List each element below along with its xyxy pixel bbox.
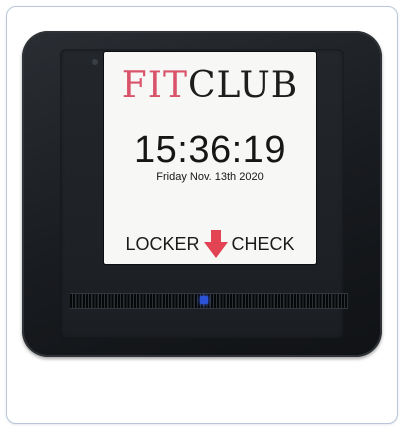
display-screen: FITCLUB 15:36:19 Friday Nov. 13th 2020 L… [104, 52, 316, 264]
logo-fit-text: FIT [121, 65, 188, 106]
status-led [200, 296, 208, 304]
down-arrow-icon [203, 230, 228, 258]
card-reader-slot [70, 293, 348, 309]
locker-check-prompt: LOCKER CHECK [104, 230, 316, 258]
clock-date: Friday Nov. 13th 2020 [156, 171, 264, 183]
check-label: CHECK [231, 233, 295, 254]
clock-time: 15:36:19 [134, 129, 286, 171]
fitclub-logo: FITCLUB [104, 66, 316, 106]
logo-club-text: CLUB [187, 65, 299, 106]
screw-hole [92, 59, 98, 65]
locker-label: LOCKER [125, 233, 200, 254]
